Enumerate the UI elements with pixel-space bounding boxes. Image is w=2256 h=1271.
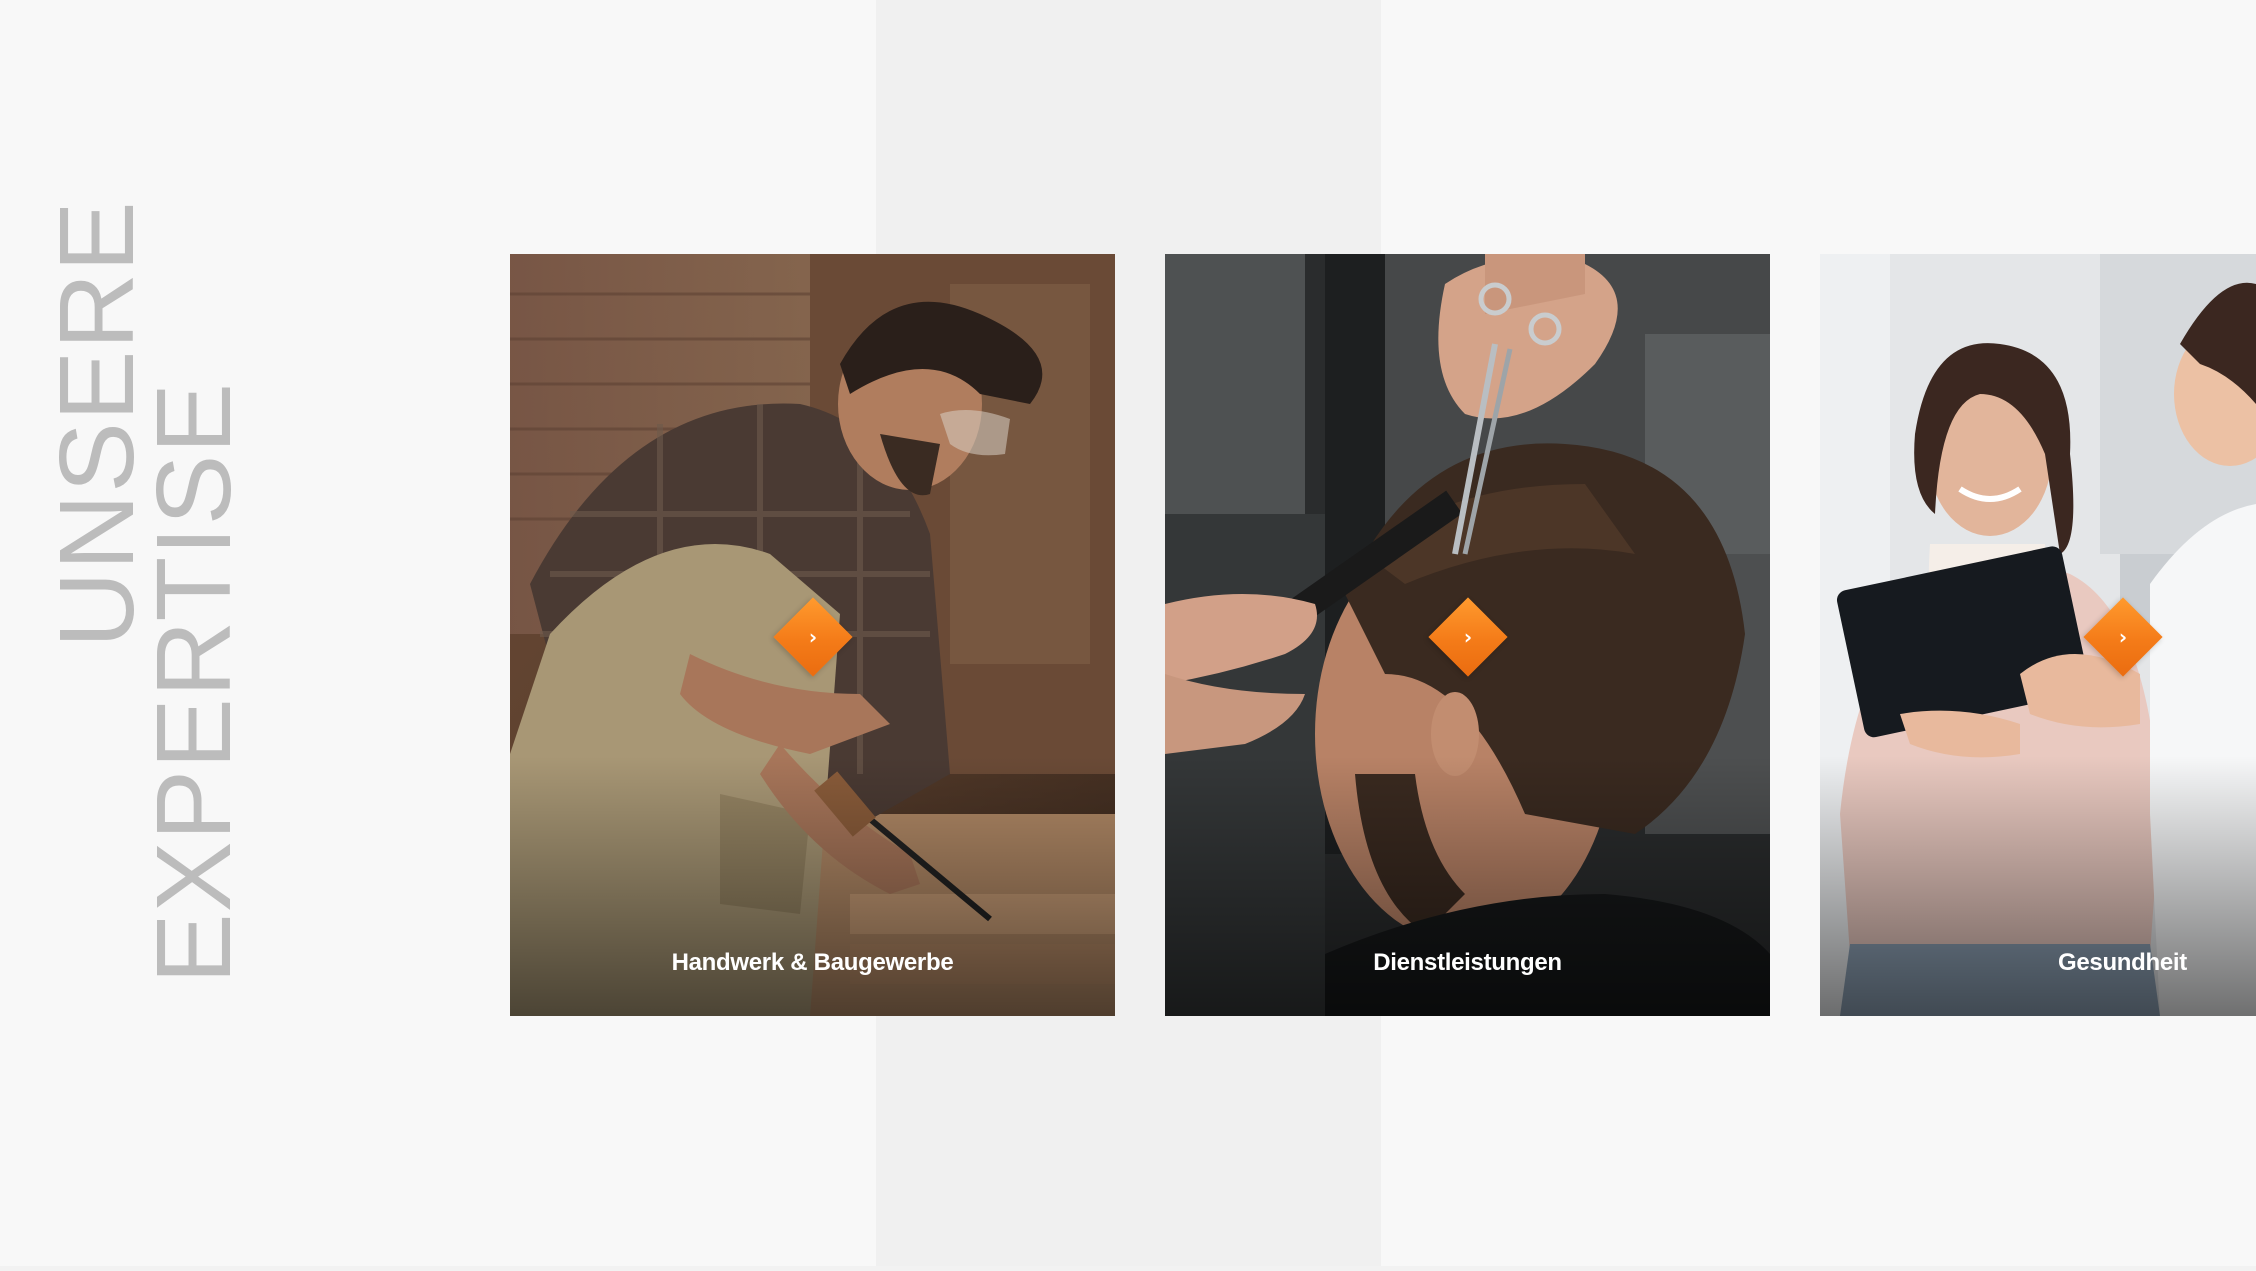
card-label: Dienstleistungen [1373, 949, 1562, 976]
page: UNSERE EXPERTISE › Handwerk & Baugewerbe… [0, 0, 2256, 1271]
card-shade [1820, 756, 2256, 1016]
expertise-carousel: › Handwerk & Baugewerbe › Dienstleistung… [0, 0, 2256, 1271]
chevron-right-icon: › [808, 625, 818, 649]
chevron-right-icon: › [1463, 625, 1473, 649]
expertise-card-dienstleistungen[interactable]: › Dienstleistungen [1165, 254, 1770, 1016]
card-label: Gesundheit [2057, 949, 2187, 976]
chevron-right-icon: › [2118, 625, 2128, 649]
card-shade [510, 756, 1115, 1016]
card-label: Handwerk & Baugewerbe [671, 949, 954, 976]
expertise-card-handwerk[interactable]: › Handwerk & Baugewerbe [510, 254, 1115, 1016]
expertise-card-gesundheit[interactable]: › Gesundheit [1820, 254, 2256, 1016]
card-shade [1165, 756, 1770, 1016]
